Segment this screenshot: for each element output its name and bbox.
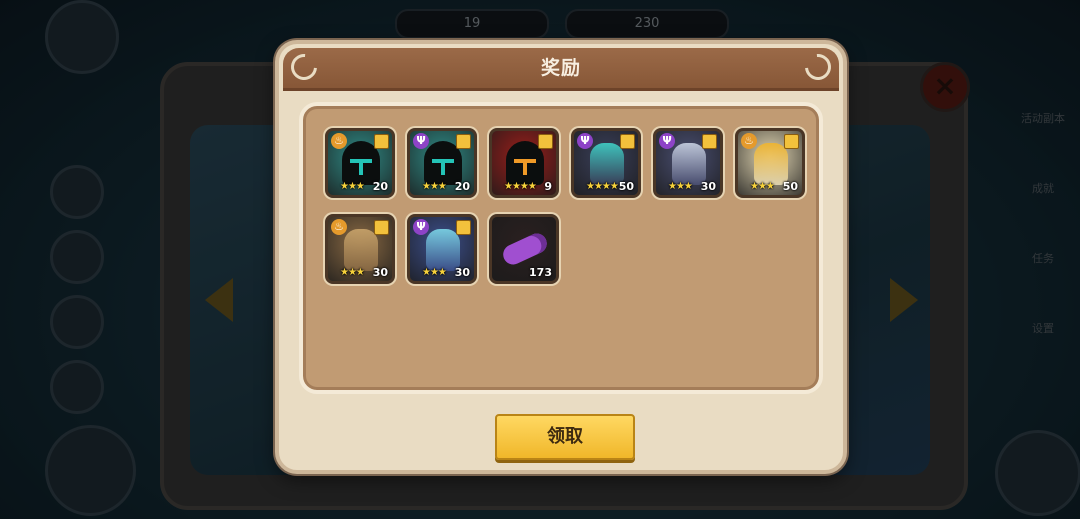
trident-badge-icon: Ψ (659, 133, 675, 149)
dialog-header: 奖励 (283, 48, 839, 91)
hero-shard-icon (456, 220, 471, 235)
reward-item-bronze-knight[interactable]: ♨ ★★★ 30 (325, 214, 395, 284)
hero-shard-icon (538, 134, 553, 149)
hero-shard-icon (456, 134, 471, 149)
hero-shard-icon (784, 134, 799, 149)
star-rating: ★★★ (668, 181, 693, 192)
star-rating: ★★★★ (504, 181, 537, 192)
fire-badge-icon: ♨ (741, 133, 757, 149)
armor-shape (426, 229, 460, 271)
dialog-title: 奖励 (540, 57, 581, 79)
fire-badge-icon: ♨ (331, 219, 347, 235)
reward-grid: ♨ ★★★ 20 Ψ ★★★ 20 ★★★★ 9 Ψ ★★★★ 50 Ψ ★★★ 30 ♨ ★★★ 50 ♨ ★★★… (299, 102, 823, 394)
armor-shape (590, 143, 624, 185)
item-count: 20 (454, 180, 470, 193)
reward-dialog: 奖励 ♨ ★★★ 20 Ψ ★★★ 20 ★★★★ 9 Ψ ★★★★ 50 Ψ ★★★ 30 ♨ ★★★ 50 ♨… (275, 40, 847, 474)
star-rating: ★★★ (422, 181, 447, 192)
trident-badge-icon: Ψ (577, 133, 593, 149)
item-count: 30 (372, 266, 388, 279)
fire-badge-icon: ♨ (331, 133, 347, 149)
hero-shard-icon (374, 220, 389, 235)
star-rating: ★★★ (750, 181, 775, 192)
hero-shard-icon (702, 134, 717, 149)
star-rating: ★★★ (422, 267, 447, 278)
visor-stem-shape (523, 159, 527, 175)
reward-item-hooded-shadow-hero-red[interactable]: ★★★★ 9 (489, 128, 559, 198)
claim-button[interactable]: 领取 (495, 414, 635, 460)
item-count: 30 (700, 180, 716, 193)
armor-shape (672, 143, 706, 185)
reward-item-hooded-shadow-hero-teal[interactable]: ♨ ★★★ 20 (325, 128, 395, 198)
reward-item-silver-wolf-knight[interactable]: Ψ ★★★ 30 (653, 128, 723, 198)
star-rating: ★★★★ (586, 181, 619, 192)
star-rating: ★★★ (340, 181, 365, 192)
armor-shape (754, 143, 788, 185)
trident-badge-icon: Ψ (413, 133, 429, 149)
item-count: 173 (529, 266, 552, 279)
trident-badge-icon: Ψ (413, 219, 429, 235)
hero-shard-icon (374, 134, 389, 149)
item-count: 20 (372, 180, 388, 193)
reward-item-golden-paladin-helmet[interactable]: ♨ ★★★ 50 (735, 128, 805, 198)
reward-item-blue-armored-knight[interactable]: Ψ ★★★ 30 (407, 214, 477, 284)
item-count: 50 (618, 180, 634, 193)
reward-item-purple-log-material[interactable]: 173 (489, 214, 559, 284)
item-count: 9 (544, 180, 552, 193)
item-count: 50 (782, 180, 798, 193)
hero-shard-icon (620, 134, 635, 149)
item-count: 30 (454, 266, 470, 279)
visor-stem-shape (359, 159, 363, 175)
armor-shape (344, 229, 378, 271)
reward-item-hooded-shadow-hero-teal-purple[interactable]: Ψ ★★★ 20 (407, 128, 477, 198)
reward-item-dark-armored-knight[interactable]: Ψ ★★★★ 50 (571, 128, 641, 198)
visor-stem-shape (441, 159, 445, 175)
star-rating: ★★★ (340, 267, 365, 278)
